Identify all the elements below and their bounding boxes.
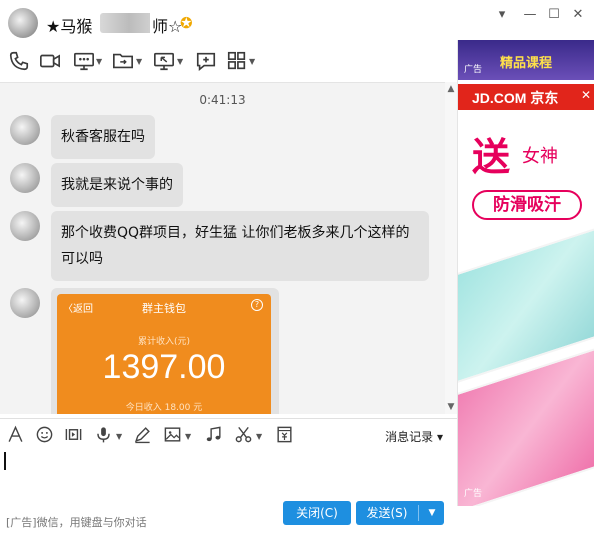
send-options-icon[interactable]: ▼	[422, 501, 442, 525]
emoji-icon[interactable]	[35, 425, 55, 445]
send-label[interactable]: 发送(S)	[356, 501, 418, 525]
message-bubble[interactable]: 那个收费QQ群项目，好生猛 让你们老板多来几个这样的可以吗	[51, 211, 429, 281]
wallet-amount: 1397.00	[102, 348, 226, 386]
wallet-today-income: 今日收入 18.00 元	[125, 403, 203, 413]
send-button[interactable]: 发送(S) ▼	[356, 501, 444, 525]
message-history-button[interactable]: 消息记录 ▾	[385, 428, 443, 445]
close-ad-icon[interactable]: ✕	[581, 88, 591, 102]
maximize-button[interactable]: ☐	[545, 6, 563, 24]
chevron-down-icon[interactable]: ▼	[177, 57, 183, 66]
sender-avatar[interactable]	[10, 163, 40, 193]
pencil-icon[interactable]	[133, 425, 153, 445]
ad-headline: 送	[472, 135, 511, 179]
message-bubble[interactable]: 秋香客服在吗	[51, 115, 155, 159]
divider	[418, 505, 419, 521]
message-list[interactable]: 0:41:13 秋香客服在吗 我就是来说个事的 那个收费QQ群项目，好生猛 让你…	[0, 82, 445, 414]
video-clip-icon[interactable]	[64, 425, 84, 445]
music-icon[interactable]	[204, 425, 224, 445]
font-icon[interactable]	[6, 425, 26, 445]
wallet-screenshot: 〈返回 群主钱包 ? 累计收入(元) 1397.00 今日收入 18.00 元	[57, 294, 271, 414]
screen-share-icon[interactable]	[73, 50, 97, 74]
chevron-down-icon[interactable]: ▼	[116, 432, 122, 441]
close-button[interactable]: 关闭(C)	[283, 501, 351, 525]
microphone-icon[interactable]	[94, 425, 114, 445]
jd-banner[interactable]: JD.COM 京东 ✕	[458, 84, 594, 110]
title-bar: ★马猴 师☆ ✪ ▾ — ☐ ✕	[0, 0, 594, 44]
jd-logo: JD.COM 京东	[472, 90, 559, 106]
ad-label: 广告	[464, 65, 483, 75]
message-bubble[interactable]: 我就是来说个事的	[51, 163, 183, 207]
chevron-down-icon[interactable]: ▼	[256, 432, 262, 441]
sender-avatar[interactable]	[10, 115, 40, 145]
scissors-icon[interactable]	[234, 425, 254, 445]
ad-label: 广告	[464, 489, 483, 499]
scroll-up-icon[interactable]: ▲	[445, 84, 457, 94]
ad-image[interactable]: 送 女神 防滑吸汗 广告	[458, 110, 594, 506]
close-window-button[interactable]: ✕	[569, 6, 587, 24]
folder-icon[interactable]	[112, 50, 136, 74]
collapse-button[interactable]: ▾	[493, 6, 511, 24]
ad-slogan: 防滑吸汗	[472, 190, 582, 220]
chevron-down-icon[interactable]: ▼	[96, 57, 102, 66]
apps-grid-icon[interactable]	[226, 50, 250, 74]
image-message[interactable]: 〈返回 群主钱包 ? 累计收入(元) 1397.00 今日收入 18.00 元	[51, 288, 279, 414]
wallet-income-label: 累计收入(元)	[137, 337, 191, 347]
sender-avatar[interactable]	[10, 288, 40, 318]
star-icon[interactable]: ✪	[180, 14, 193, 32]
contact-avatar[interactable]	[8, 8, 38, 38]
image-icon[interactable]	[163, 425, 183, 445]
input-toolbar: ▼ ▼ ▼ 消息记录 ▾	[0, 418, 457, 448]
course-ad-banner[interactable]: 广告 精品课程	[458, 40, 594, 80]
ad-headline-sub: 女神	[522, 146, 558, 167]
help-icon: ?	[251, 299, 263, 311]
chevron-down-icon[interactable]: ▼	[249, 57, 255, 66]
new-chat-icon[interactable]	[195, 50, 219, 74]
remote-desktop-icon[interactable]	[153, 50, 177, 74]
wallet-title: 群主钱包	[142, 302, 186, 315]
sender-avatar[interactable]	[10, 211, 40, 241]
video-call-icon[interactable]	[39, 50, 63, 74]
message-timestamp: 0:41:13	[199, 93, 246, 107]
scrollbar[interactable]: ▲ ▼	[445, 82, 457, 414]
contact-name[interactable]: ★马猴	[46, 13, 92, 37]
text-cursor[interactable]	[4, 452, 6, 470]
chevron-down-icon[interactable]: ▼	[185, 432, 191, 441]
chevron-down-icon[interactable]: ▼	[136, 57, 142, 66]
ad-title: 精品课程	[500, 56, 553, 71]
ad-link[interactable]: [广告]微信，用键盘与你对话	[6, 514, 147, 530]
minimize-button[interactable]: —	[521, 6, 539, 24]
chat-toolbar: ▼ ▼ ▼ ▼	[0, 48, 457, 78]
ad-panel[interactable]: 广告 精品课程 JD.COM 京东 ✕ 送 女神 防滑吸汗 广告	[457, 40, 594, 506]
wallet-icon[interactable]	[275, 425, 295, 445]
phone-icon[interactable]	[8, 50, 32, 74]
scroll-down-icon[interactable]: ▼	[445, 402, 457, 412]
